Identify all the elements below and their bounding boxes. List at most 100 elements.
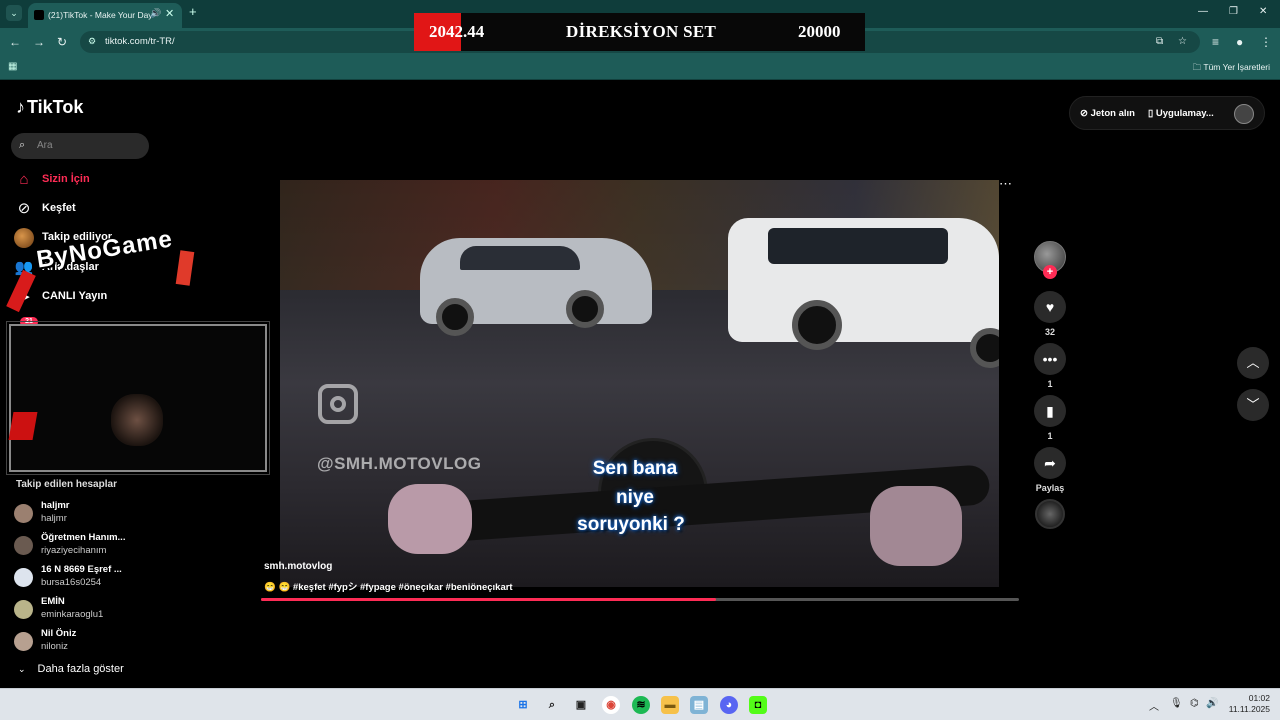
banner-title: DİREKSİYON SET bbox=[566, 22, 717, 41]
tiktok-page: ♪ TikTok ⌕ Ara ⌂ Sizin İçin ⊘ Keşfet Taki… bbox=[0, 81, 1280, 688]
like-button[interactable]: ♥ bbox=[1034, 291, 1066, 323]
media-icon[interactable]: ≡ bbox=[1212, 35, 1219, 49]
task-view-icon[interactable]: ▣ bbox=[572, 696, 590, 714]
show-more-button[interactable]: ⌄ Daha fazla göster bbox=[18, 663, 124, 675]
video-caption-line: niye bbox=[615, 487, 655, 508]
video-player[interactable]: @SMH.MOTOVLOG Sen bana niye soruyonki ? bbox=[280, 180, 999, 587]
account-avatar bbox=[14, 632, 33, 651]
car-window bbox=[768, 228, 948, 264]
network-icon[interactable]: ⌬ bbox=[1190, 698, 1199, 709]
watermark-handle: @SMH.MOTOVLOG bbox=[317, 454, 482, 473]
car-wheel bbox=[566, 290, 604, 328]
get-coins-button[interactable]: ⊘ Jeton alın bbox=[1080, 108, 1135, 119]
bookmarks-bar: ▦ 🗀 Tüm Yer İşaretleri bbox=[0, 56, 1280, 80]
speaker-icon[interactable]: 🔊 bbox=[150, 8, 161, 19]
kick-app-icon[interactable]: ◘ bbox=[749, 696, 767, 714]
chevron-up-icon: ︿ bbox=[1246, 355, 1260, 370]
all-bookmarks-link[interactable]: 🗀 Tüm Yer İşaretleri bbox=[1193, 62, 1270, 76]
account-username: riyaziyecihanım bbox=[41, 545, 107, 556]
following-avatar-icon bbox=[14, 228, 34, 248]
tiktok-logo[interactable]: ♪ TikTok bbox=[16, 97, 83, 118]
comment-button[interactable]: ••• bbox=[1034, 343, 1066, 375]
follow-plus-icon[interactable]: + bbox=[1043, 265, 1057, 279]
clock-date: 11.11.2025 bbox=[1228, 704, 1270, 714]
top-right-actions: ⊘ Jeton alın ▯ Uygulamay... bbox=[1069, 96, 1265, 130]
chevron-down-icon: ⌄ bbox=[18, 664, 26, 674]
close-window-icon[interactable]: ✕ bbox=[1259, 6, 1267, 17]
account-avatar bbox=[14, 504, 33, 523]
followed-account[interactable]: Nil Öniz niloniz bbox=[14, 628, 254, 658]
microphone-icon[interactable]: 🎙 bbox=[1170, 698, 1183, 709]
windows-start-icon[interactable]: ⊞ bbox=[514, 696, 532, 714]
tab-search-icon[interactable]: ⌄ bbox=[6, 5, 22, 21]
menu-icon[interactable]: ⋮ bbox=[1260, 35, 1272, 49]
video-progress-fill bbox=[261, 598, 716, 601]
right-hand bbox=[870, 486, 962, 566]
previous-video-button[interactable]: ︿ bbox=[1237, 347, 1269, 379]
stream-goal-banner: 2042.44 DİREKSİYON SET 20000 bbox=[414, 13, 865, 51]
bookmark-star-icon[interactable]: ☆ bbox=[1178, 36, 1187, 47]
file-explorer-icon[interactable]: ▬ bbox=[661, 696, 679, 714]
followed-account[interactable]: Öğretmen Hanım... riyaziyecihanım bbox=[14, 532, 254, 562]
account-name: Öğretmen Hanım... bbox=[41, 532, 126, 543]
white-car bbox=[728, 218, 999, 342]
search-input[interactable]: ⌕ Ara bbox=[11, 133, 149, 159]
tray-expand-icon[interactable]: ︿ bbox=[1149, 698, 1159, 713]
photos-icon[interactable]: ▤ bbox=[690, 696, 708, 714]
profile-icon[interactable]: ● bbox=[1236, 35, 1243, 49]
save-count: 1 bbox=[1047, 431, 1053, 441]
more-options-icon[interactable]: ⋯ bbox=[999, 176, 1012, 192]
volume-icon[interactable]: 🔊 bbox=[1206, 698, 1218, 709]
close-tab-icon[interactable]: ✕ bbox=[165, 7, 174, 20]
video-progress-bar[interactable] bbox=[261, 598, 1019, 601]
next-video-button[interactable]: ﹀ bbox=[1237, 389, 1269, 421]
streamer-face bbox=[111, 394, 163, 446]
spotify-icon[interactable]: ≋ bbox=[632, 696, 650, 714]
get-coins-label: Jeton alın bbox=[1090, 108, 1135, 119]
install-icon[interactable]: ⧉ bbox=[1156, 36, 1163, 47]
account-name: haljmr bbox=[41, 500, 70, 511]
system-clock[interactable]: 01:02 11.11.2025 bbox=[1229, 693, 1270, 715]
banner-target-value: 20000 bbox=[798, 22, 841, 41]
nav-explore[interactable]: ⊘ Keşfet bbox=[14, 199, 214, 221]
nav-for-you-label: Sizin İçin bbox=[42, 173, 90, 185]
car-wheel bbox=[792, 300, 842, 350]
logo-text: TikTok bbox=[27, 97, 84, 117]
video-description: 😁 😁 #keşfet #fypシ #fypage #öneçıkar #ben… bbox=[264, 582, 513, 593]
video-author[interactable]: smh.motovlog bbox=[264, 561, 332, 572]
video-caption-line: Sen bana bbox=[592, 458, 678, 479]
chrome-icon[interactable]: ◉ bbox=[602, 696, 620, 714]
profile-avatar[interactable] bbox=[1234, 104, 1254, 124]
search-icon[interactable]: ⌕ bbox=[543, 696, 561, 714]
site-info-icon[interactable]: ⚙ bbox=[88, 36, 96, 47]
account-username: niloniz bbox=[41, 641, 68, 652]
back-icon[interactable]: ← bbox=[9, 35, 21, 49]
discord-icon[interactable]: ◕ bbox=[720, 696, 738, 714]
share-button[interactable]: ➦ bbox=[1034, 447, 1066, 479]
show-more-label: Daha fazla göster bbox=[37, 663, 124, 675]
nav-for-you[interactable]: ⌂ Sizin İçin bbox=[14, 170, 214, 192]
new-tab-icon[interactable]: + bbox=[189, 4, 197, 19]
account-name: Nil Öniz bbox=[41, 628, 77, 639]
car-wheel bbox=[970, 328, 999, 368]
get-app-button[interactable]: ▯ Uygulamay... bbox=[1148, 108, 1214, 119]
tab-title: (21)TikTok - Make Your Day bbox=[48, 10, 153, 20]
followed-account[interactable]: 16 N 8669 Eşref ... bursa16s0254 bbox=[14, 564, 254, 594]
instagram-icon bbox=[318, 384, 358, 424]
overlay-box-shape bbox=[175, 250, 195, 286]
nav-live[interactable]: ▶ CANLI Yayın bbox=[14, 287, 214, 309]
reload-icon[interactable]: ↻ bbox=[57, 35, 67, 49]
restore-icon[interactable]: ❐ bbox=[1229, 6, 1238, 17]
followed-account[interactable]: haljmr haljmr bbox=[14, 500, 254, 530]
share-arrow-icon: ➦ bbox=[1044, 455, 1056, 471]
music-disc-icon[interactable] bbox=[1035, 499, 1065, 529]
browser-tab[interactable]: (21)TikTok - Make Your Day 🔊 ✕ bbox=[28, 3, 182, 28]
search-placeholder: Ara bbox=[37, 140, 53, 151]
minimize-icon[interactable]: — bbox=[1198, 6, 1208, 17]
save-button[interactable]: ▮ bbox=[1034, 395, 1066, 427]
followed-account[interactable]: EMİN eminkaraoglu1 bbox=[14, 596, 254, 626]
apps-grid-icon[interactable]: ▦ bbox=[8, 61, 17, 72]
forward-icon[interactable]: → bbox=[33, 35, 45, 49]
nav-explore-label: Keşfet bbox=[42, 202, 76, 214]
webcam-ribbon bbox=[8, 412, 38, 440]
